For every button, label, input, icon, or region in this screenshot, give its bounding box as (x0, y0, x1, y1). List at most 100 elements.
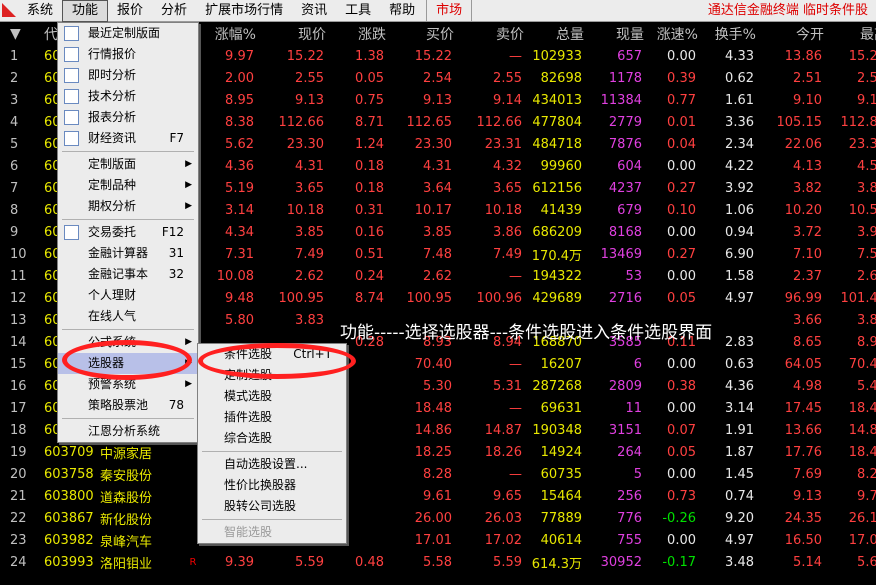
selector-menu-item[interactable]: 综合选股 (198, 428, 346, 449)
selector-menu-item[interactable]: 性价比换股器 (198, 475, 346, 496)
high-price: 5.46 (824, 379, 876, 394)
current-volume: 3151 (584, 423, 644, 438)
col-bid[interactable]: 买价 (388, 24, 456, 44)
turnover-pct: 4.97 (698, 533, 756, 548)
menu-item-label: 行情报价 (88, 47, 136, 61)
ask-price: 9.14 (454, 93, 524, 108)
open-price: 9.10 (756, 93, 824, 108)
stock-name: 道森股份 (96, 487, 186, 506)
menu-quote[interactable]: 报价 (108, 0, 152, 22)
turnover-pct: 4.33 (698, 49, 756, 64)
col-ask[interactable]: 卖价 (456, 24, 526, 44)
change: 0.16 (326, 225, 386, 240)
function-menu-item[interactable]: 技术分析 (58, 86, 198, 107)
menu-tools[interactable]: 工具 (336, 0, 380, 22)
bid-price: 26.00 (386, 511, 454, 526)
col-change[interactable]: 涨跌 (328, 24, 388, 44)
change: 0.31 (326, 203, 386, 218)
row-number: 9 (0, 225, 36, 240)
menu-system[interactable]: 系统 (18, 0, 62, 22)
menu-extended-market[interactable]: 扩展市场行情 (196, 0, 292, 22)
speed-pct: -0.17 (644, 555, 698, 570)
turnover-pct: 1.45 (698, 467, 756, 482)
function-menu-item[interactable]: 行情报价 (58, 44, 198, 65)
table-row[interactable]: 22603867新化股份26.0026.0377889776-0.269.202… (0, 507, 876, 529)
window-title: 通达信金融终端 临时条件股 (708, 0, 868, 22)
selector-menu-item[interactable]: 股转公司选股 (198, 496, 346, 517)
current-volume: 256 (584, 489, 644, 504)
table-row[interactable]: 24603993洛阳钼业R9.395.590.485.585.59614.3万3… (0, 551, 876, 573)
function-menu-item[interactable]: 在线人气 (58, 306, 198, 327)
menu-info[interactable]: 资讯 (292, 0, 336, 22)
ask-price: — (454, 357, 524, 372)
speed-pct: 0.00 (644, 49, 698, 64)
menu-analysis[interactable]: 分析 (152, 0, 196, 22)
menu-item-label: 江恩分析系统 (88, 424, 160, 438)
menu-item-shortcut: F7 (169, 128, 184, 149)
ask-price: 4.32 (454, 159, 524, 174)
current-volume: 755 (584, 533, 644, 548)
sort-arrow-icon[interactable]: ▼ (0, 26, 36, 42)
function-menu-item[interactable]: 江恩分析系统 (58, 421, 198, 442)
bid-price: 2.54 (386, 71, 454, 86)
table-row[interactable]: 19603709中源家居18.2518.26149242640.051.8717… (0, 441, 876, 463)
price: 3.85 (256, 225, 326, 240)
high-price: 7.55 (824, 247, 876, 262)
current-volume: 53 (584, 269, 644, 284)
function-menu-item[interactable]: 报表分析 (58, 107, 198, 128)
current-volume: 6 (584, 357, 644, 372)
ask-price: — (454, 49, 524, 64)
app-logo-icon (0, 0, 18, 22)
function-menu-item[interactable]: 策略股票池78 (58, 395, 198, 416)
ask-price: 5.59 (454, 555, 524, 570)
turnover-pct: 0.94 (698, 225, 756, 240)
bid-price: 23.30 (386, 137, 454, 152)
selector-menu-item[interactable]: 模式选股 (198, 386, 346, 407)
col-high[interactable]: 最高 (826, 24, 876, 44)
function-menu-item[interactable]: 即时分析 (58, 65, 198, 86)
function-menu-item[interactable]: 金融计算器31 (58, 243, 198, 264)
selector-menu-item[interactable]: 自动选股设置... (198, 454, 346, 475)
stock-code: 603800 (36, 489, 96, 504)
function-menu-item[interactable]: 财经资讯F7 (58, 128, 198, 149)
col-cur-vol[interactable]: 现量 (586, 24, 646, 44)
col-speed[interactable]: 涨速% (646, 24, 700, 44)
col-change-pct[interactable]: 涨幅% (204, 24, 258, 44)
col-volume[interactable]: 总量 (526, 24, 586, 44)
col-price[interactable]: 现价 (258, 24, 328, 44)
speed-pct: 0.00 (644, 269, 698, 284)
table-row[interactable]: 20603758秦安股份8.28—6073550.001.457.698.28 (0, 463, 876, 485)
change-pct: 2.00 (202, 71, 256, 86)
menu-item-label: 自动选股设置... (224, 457, 307, 471)
menu-help[interactable]: 帮助 (380, 0, 424, 22)
table-row[interactable]: 23603982泉峰汽车17.0117.02406147550.004.9716… (0, 529, 876, 551)
turnover-pct: 6.90 (698, 247, 756, 262)
menu-market[interactable]: 市场 (426, 0, 472, 22)
bid-price: 18.48 (386, 401, 454, 416)
speed-pct: 0.00 (644, 357, 698, 372)
function-menu-item[interactable]: 定制品种▶ (58, 175, 198, 196)
ask-price: 10.18 (454, 203, 524, 218)
total-volume: 102933 (524, 49, 584, 64)
bid-price: 18.25 (386, 445, 454, 460)
open-price: 17.76 (756, 445, 824, 460)
turnover-pct: 3.14 (698, 401, 756, 416)
selector-menu-item[interactable]: 插件选股 (198, 407, 346, 428)
menu-item-label: 定制品种 (88, 178, 136, 192)
menu-item-label: 在线人气 (88, 309, 136, 323)
high-price: 15.22 (824, 49, 876, 64)
function-menu-item[interactable]: 金融记事本32 (58, 264, 198, 285)
row-number: 3 (0, 93, 36, 108)
row-number: 10 (0, 247, 36, 262)
function-menu-item[interactable]: 交易委托F12 (58, 222, 198, 243)
function-menu-item[interactable]: 定制版面▶ (58, 154, 198, 175)
speed-pct: 0.77 (644, 93, 698, 108)
function-menu-item[interactable]: 期权分析▶ (58, 196, 198, 217)
col-open[interactable]: 今开 (758, 24, 826, 44)
function-menu-item[interactable]: 最近定制版面 (58, 23, 198, 44)
menu-function[interactable]: 功能 (62, 0, 108, 22)
col-turnover[interactable]: 换手% (700, 24, 758, 44)
function-menu-item[interactable]: 个人理财 (58, 285, 198, 306)
bid-price: 8.28 (386, 467, 454, 482)
table-row[interactable]: 21603800道森股份9.619.65154642560.730.749.13… (0, 485, 876, 507)
